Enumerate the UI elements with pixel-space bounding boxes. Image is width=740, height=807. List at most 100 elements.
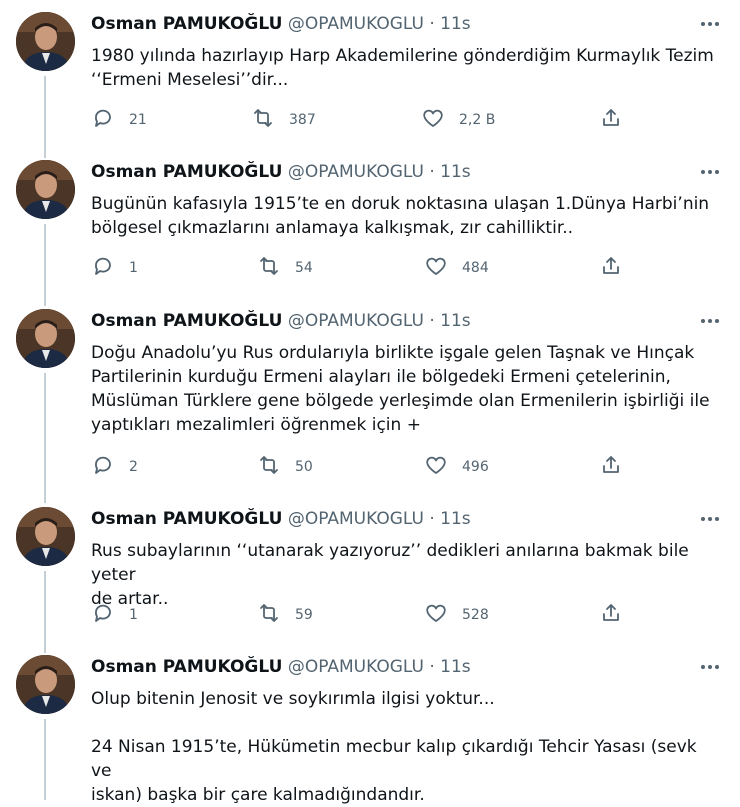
like-button[interactable]: 484 bbox=[424, 256, 489, 280]
timestamp[interactable]: 11s bbox=[440, 509, 471, 529]
share-button[interactable] bbox=[599, 108, 623, 132]
share-button[interactable] bbox=[599, 455, 623, 479]
tweet-text-line: Müslüman Türklere gene bölgede yerleşimd… bbox=[91, 391, 710, 411]
more-icon[interactable] bbox=[698, 12, 722, 36]
like-count: 484 bbox=[462, 260, 489, 276]
tweet-text-line: ‘‘Ermeni Meselesi’’dir... bbox=[91, 70, 289, 90]
tweet-text-line: yaptıkları mezalimleri öğrenmek için + bbox=[91, 415, 421, 435]
retweet-icon bbox=[257, 254, 281, 282]
tweet-actions: 1 54 484 bbox=[91, 256, 631, 280]
share-icon bbox=[599, 254, 623, 282]
author-name[interactable]: Osman PAMUKOĞLU bbox=[91, 509, 282, 529]
like-count: 2,2 B bbox=[459, 112, 496, 128]
share-icon bbox=[599, 453, 623, 481]
reply-icon bbox=[91, 254, 115, 282]
retweet-button[interactable]: 50 bbox=[257, 455, 313, 479]
tweet-header: Osman PAMUKOĞLU @OPAMUKOGLU · 11s bbox=[91, 160, 471, 184]
reply-count: 1 bbox=[129, 607, 138, 623]
retweet-count: 59 bbox=[295, 607, 313, 623]
separator: · bbox=[429, 162, 435, 182]
separator: · bbox=[429, 657, 435, 677]
share-icon bbox=[599, 106, 623, 134]
reply-count: 1 bbox=[129, 260, 138, 276]
timestamp[interactable]: 11s bbox=[440, 311, 471, 331]
tweet-text-line: iskan) başka bir çare kalmadığındandır. bbox=[91, 785, 425, 805]
tweet-actions: 21 387 2,2 B bbox=[91, 108, 631, 132]
author-name[interactable]: Osman PAMUKOĞLU bbox=[91, 14, 282, 34]
tweet-text-line: 24 Nisan 1915’te, Hükümetin mecbur kalıp… bbox=[91, 737, 697, 781]
tweet-header: Osman PAMUKOĞLU @OPAMUKOGLU · 11s bbox=[91, 12, 471, 36]
reply-icon bbox=[91, 601, 115, 629]
author-name[interactable]: Osman PAMUKOĞLU bbox=[91, 162, 282, 182]
like-button[interactable]: 2,2 B bbox=[421, 108, 495, 132]
reply-button[interactable]: 1 bbox=[91, 256, 138, 280]
reply-button[interactable]: 2 bbox=[91, 455, 138, 479]
more-icon[interactable] bbox=[698, 309, 722, 333]
reply-count: 2 bbox=[129, 459, 138, 475]
author-handle[interactable]: @OPAMUKOGLU bbox=[288, 509, 424, 529]
separator: · bbox=[429, 509, 435, 529]
more-icon[interactable] bbox=[698, 507, 722, 531]
retweet-count: 50 bbox=[295, 459, 313, 475]
reply-count: 21 bbox=[129, 112, 147, 128]
tweet-text-line: bölgesel çıkmazlarını anlamaya kalkışmak… bbox=[91, 218, 574, 238]
tweet[interactable]: Osman PAMUKOĞLU @OPAMUKOGLU · 11s Bugünü… bbox=[0, 148, 740, 296]
tweet-text-line: 1980 yılında hazırlayıp Harp Akademileri… bbox=[91, 46, 714, 66]
tweet-actions: 1 59 528 bbox=[91, 603, 631, 627]
tweet-text: Olup bitenin Jenosit ve soykırımla ilgis… bbox=[91, 687, 721, 807]
tweet-text: Rus subaylarının ‘‘utanarak yazıyoruz’’ … bbox=[91, 539, 721, 611]
tweet[interactable]: Osman PAMUKOĞLU @OPAMUKOGLU · 11s Rus su… bbox=[0, 495, 740, 643]
tweet-text-line: Olup bitenin Jenosit ve soykırımla ilgis… bbox=[91, 689, 495, 709]
tweet[interactable]: Osman PAMUKOĞLU @OPAMUKOGLU · 11s 1980 y… bbox=[0, 0, 740, 148]
retweet-icon bbox=[257, 453, 281, 481]
tweet-text-line: Partilerinin kurduğu Ermeni alayları ile… bbox=[91, 367, 671, 387]
tweet-text: Doğu Anadolu’yu Rus ordularıyla birlikte… bbox=[91, 341, 721, 437]
share-icon bbox=[599, 601, 623, 629]
author-handle[interactable]: @OPAMUKOGLU bbox=[288, 14, 424, 34]
tweet-header: Osman PAMUKOĞLU @OPAMUKOGLU · 11s bbox=[91, 309, 471, 333]
heart-icon bbox=[421, 106, 445, 134]
retweet-button[interactable]: 387 bbox=[251, 108, 316, 132]
more-icon[interactable] bbox=[698, 160, 722, 184]
avatar[interactable] bbox=[16, 309, 75, 368]
retweet-button[interactable]: 54 bbox=[257, 256, 313, 280]
like-button[interactable]: 528 bbox=[424, 603, 489, 627]
tweet[interactable]: Osman PAMUKOĞLU @OPAMUKOGLU · 11s Doğu A… bbox=[0, 297, 740, 495]
tweet[interactable]: Osman PAMUKOĞLU @OPAMUKOGLU · 11s Olup b… bbox=[0, 643, 740, 805]
timestamp[interactable]: 11s bbox=[440, 162, 471, 182]
like-count: 496 bbox=[462, 459, 489, 475]
author-handle[interactable]: @OPAMUKOGLU bbox=[288, 657, 424, 677]
share-button[interactable] bbox=[599, 256, 623, 280]
retweet-icon bbox=[257, 601, 281, 629]
timestamp[interactable]: 11s bbox=[440, 657, 471, 677]
timestamp[interactable]: 11s bbox=[440, 14, 471, 34]
tweet-header: Osman PAMUKOĞLU @OPAMUKOGLU · 11s bbox=[91, 507, 471, 531]
author-name[interactable]: Osman PAMUKOĞLU bbox=[91, 311, 282, 331]
heart-icon bbox=[424, 453, 448, 481]
reply-icon bbox=[91, 106, 115, 134]
reply-button[interactable]: 1 bbox=[91, 603, 138, 627]
tweet-text: Bugünün kafasıyla 1915’te en doruk nokta… bbox=[91, 192, 721, 240]
separator: · bbox=[429, 14, 435, 34]
tweet-text-line: Bugünün kafasıyla 1915’te en doruk nokta… bbox=[91, 194, 710, 214]
more-icon[interactable] bbox=[698, 655, 722, 679]
retweet-button[interactable]: 59 bbox=[257, 603, 313, 627]
avatar[interactable] bbox=[16, 12, 75, 71]
share-button[interactable] bbox=[599, 603, 623, 627]
retweet-count: 54 bbox=[295, 260, 313, 276]
avatar[interactable] bbox=[16, 160, 75, 219]
heart-icon bbox=[424, 254, 448, 282]
reply-button[interactable]: 21 bbox=[91, 108, 147, 132]
retweet-icon bbox=[251, 106, 275, 134]
tweet-text-line: Rus subaylarının ‘‘utanarak yazıyoruz’’ … bbox=[91, 541, 689, 585]
avatar[interactable] bbox=[16, 655, 75, 714]
tweet-header: Osman PAMUKOĞLU @OPAMUKOGLU · 11s bbox=[91, 655, 471, 679]
author-handle[interactable]: @OPAMUKOGLU bbox=[288, 311, 424, 331]
author-handle[interactable]: @OPAMUKOGLU bbox=[288, 162, 424, 182]
heart-icon bbox=[424, 601, 448, 629]
avatar[interactable] bbox=[16, 507, 75, 566]
like-button[interactable]: 496 bbox=[424, 455, 489, 479]
like-count: 528 bbox=[462, 607, 489, 623]
author-name[interactable]: Osman PAMUKOĞLU bbox=[91, 657, 282, 677]
tweet-actions: 2 50 496 bbox=[91, 455, 631, 479]
